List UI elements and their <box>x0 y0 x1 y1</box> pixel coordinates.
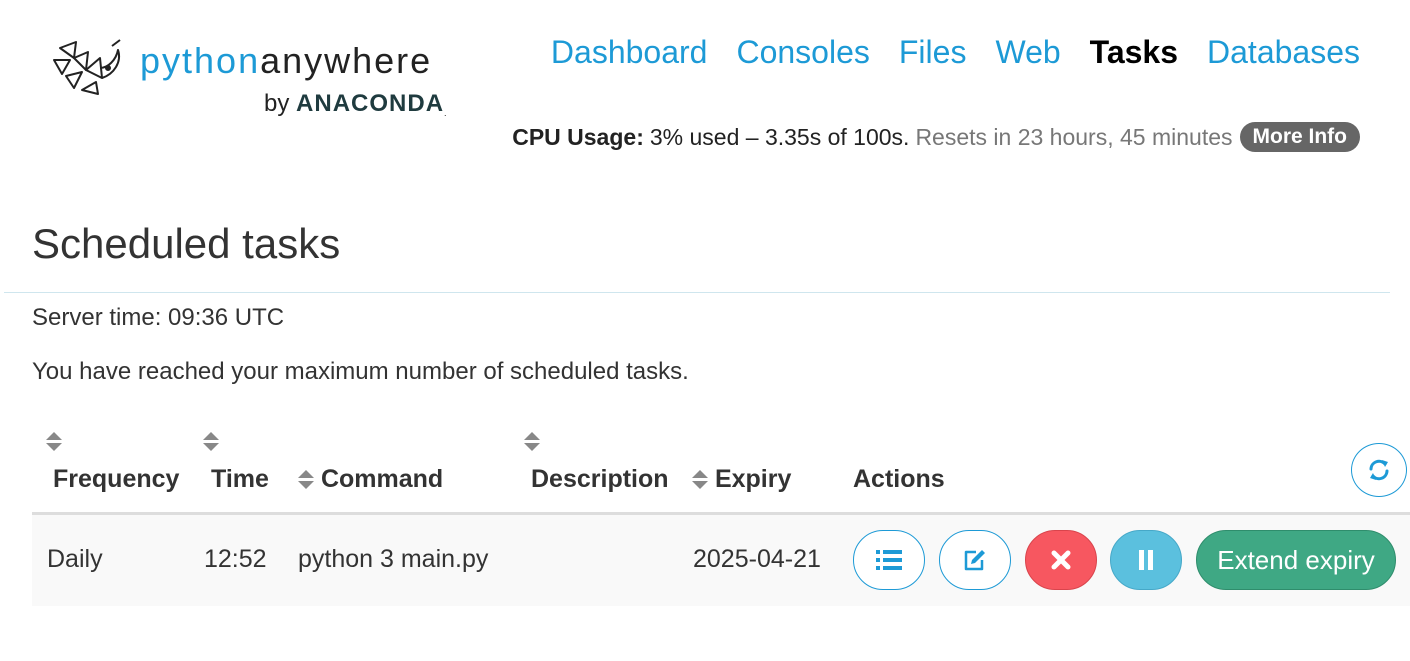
more-info-button[interactable]: More Info <box>1239 122 1360 152</box>
header-frequency[interactable]: Frequency <box>53 465 179 494</box>
header-description[interactable]: Description <box>531 465 669 494</box>
max-tasks-message: You have reached your maximum number of … <box>32 358 689 385</box>
nav-consoles[interactable]: Consoles <box>736 34 869 71</box>
refresh-icon <box>1369 459 1389 481</box>
page-title: Scheduled tasks <box>32 220 341 267</box>
nav-files[interactable]: Files <box>899 34 967 71</box>
table-row: Daily 12:52 python 3 main.py 2025-04-21 <box>32 515 1410 606</box>
sort-expiry-icon[interactable] <box>692 469 708 491</box>
nav-databases[interactable]: Databases <box>1207 34 1360 71</box>
cell-frequency: Daily <box>47 545 103 573</box>
delete-task-button[interactable] <box>1025 530 1097 590</box>
header-expiry-label: Expiry <box>714 465 792 493</box>
pause-task-button[interactable] <box>1110 530 1182 590</box>
header-actions: Actions <box>853 465 945 493</box>
header-divider <box>4 292 1390 293</box>
sort-description-icon[interactable] <box>524 431 540 453</box>
nav-web[interactable]: Web <box>995 34 1060 71</box>
pause-icon <box>1139 550 1153 570</box>
pythonanywhere-logo[interactable]: pythonanywhere by ANACONDA. <box>52 38 472 128</box>
extend-expiry-button[interactable]: Extend expiry <box>1196 530 1396 590</box>
logo-by-anaconda: by ANACONDA. <box>264 90 447 118</box>
sort-frequency-icon[interactable] <box>46 431 62 453</box>
cell-expiry: 2025-04-21 <box>693 545 821 573</box>
nav-tasks[interactable]: Tasks <box>1090 34 1178 71</box>
logo-mark-icon <box>53 39 121 95</box>
nav-dashboard[interactable]: Dashboard <box>551 34 708 71</box>
list-icon <box>876 550 902 570</box>
header-expiry[interactable]: Expiry <box>692 465 791 494</box>
cpu-reset-text: Resets in 23 hours, 45 minutes <box>915 123 1233 150</box>
cpu-usage-value: 3% used – 3.35s of 100s. <box>649 123 910 150</box>
logo-wordmark: pythonanywhere <box>140 40 432 82</box>
cpu-usage-label: CPU Usage: <box>512 123 644 150</box>
logo-reg-mark: . <box>444 108 447 118</box>
logo-by-text: by <box>264 90 290 117</box>
cell-time: 12:52 <box>204 545 267 573</box>
header-time[interactable]: Time <box>211 465 269 494</box>
header-command[interactable]: Command <box>298 465 443 494</box>
main-nav: Dashboard Consoles Files Web Tasks Datab… <box>551 34 1360 71</box>
refresh-button[interactable] <box>1351 443 1407 497</box>
cell-command: python 3 main.py <box>298 545 489 573</box>
sort-command-icon[interactable] <box>298 469 314 491</box>
edit-task-button[interactable] <box>939 530 1011 590</box>
logo-anaconda-text: ANACONDA <box>296 90 445 117</box>
view-log-button[interactable] <box>853 530 925 590</box>
times-icon <box>1051 550 1071 570</box>
cpu-usage: CPU Usage: 3% used – 3.35s of 100s. Rese… <box>512 122 1360 152</box>
sort-time-icon[interactable] <box>203 431 219 453</box>
server-time: Server time: 09:36 UTC <box>32 304 285 331</box>
logo-word-python: python <box>140 40 261 81</box>
logo-word-anywhere: anywhere <box>260 40 433 81</box>
edit-icon <box>964 550 985 571</box>
header-command-label: Command <box>320 465 444 493</box>
